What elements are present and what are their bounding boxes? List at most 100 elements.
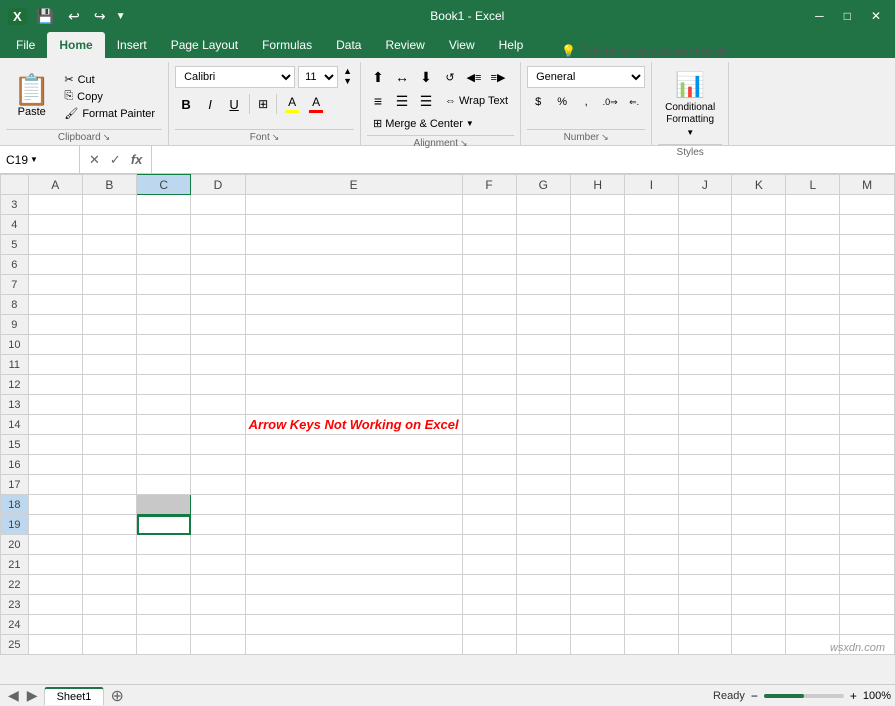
- table-cell[interactable]: [786, 475, 840, 495]
- table-cell[interactable]: [840, 435, 895, 455]
- table-cell[interactable]: [191, 295, 245, 315]
- align-left-button[interactable]: ≡: [367, 90, 389, 112]
- table-cell[interactable]: [786, 435, 840, 455]
- table-cell[interactable]: [245, 595, 462, 615]
- table-cell[interactable]: [625, 575, 678, 595]
- table-cell[interactable]: [28, 215, 82, 235]
- table-cell[interactable]: [462, 335, 516, 355]
- table-cell[interactable]: [678, 595, 732, 615]
- table-cell[interactable]: [571, 295, 625, 315]
- row-header-20[interactable]: 20: [1, 535, 29, 555]
- table-cell[interactable]: [191, 575, 245, 595]
- table-cell[interactable]: [462, 595, 516, 615]
- table-cell[interactable]: [786, 375, 840, 395]
- tab-file[interactable]: File: [4, 32, 47, 58]
- table-cell[interactable]: [786, 555, 840, 575]
- table-cell[interactable]: [840, 195, 895, 215]
- clipboard-expand-icon[interactable]: ↘: [103, 132, 111, 143]
- minimize-button[interactable]: ─: [809, 9, 830, 23]
- col-header-E[interactable]: E: [245, 175, 462, 195]
- percent-button[interactable]: %: [551, 91, 573, 113]
- table-cell[interactable]: [137, 615, 191, 635]
- table-cell[interactable]: [840, 495, 895, 515]
- table-cell[interactable]: [625, 315, 678, 335]
- decimal-increase-button[interactable]: .0⇒: [599, 91, 621, 113]
- underline-button[interactable]: U: [223, 93, 245, 115]
- table-cell[interactable]: [137, 195, 191, 215]
- table-cell[interactable]: [82, 375, 136, 395]
- table-cell[interactable]: [786, 535, 840, 555]
- paste-button[interactable]: 📋 Paste: [6, 66, 57, 127]
- table-cell[interactable]: [28, 635, 82, 655]
- table-cell[interactable]: [625, 335, 678, 355]
- table-cell[interactable]: [786, 615, 840, 635]
- table-cell[interactable]: [245, 515, 462, 535]
- table-cell[interactable]: [732, 335, 786, 355]
- table-cell[interactable]: [732, 475, 786, 495]
- table-cell[interactable]: [28, 495, 82, 515]
- table-cell[interactable]: [625, 215, 678, 235]
- sheet-tab-sheet1[interactable]: Sheet1: [44, 687, 105, 705]
- table-cell[interactable]: [245, 535, 462, 555]
- table-cell[interactable]: [82, 455, 136, 475]
- table-cell[interactable]: [786, 315, 840, 335]
- table-cell[interactable]: [678, 295, 732, 315]
- table-cell[interactable]: [625, 255, 678, 275]
- table-cell[interactable]: [245, 435, 462, 455]
- alignment-expand-icon[interactable]: ↘: [460, 138, 468, 149]
- table-cell[interactable]: [786, 495, 840, 515]
- table-cell[interactable]: [28, 375, 82, 395]
- table-cell[interactable]: [786, 215, 840, 235]
- table-cell[interactable]: [571, 315, 625, 335]
- table-cell[interactable]: [840, 235, 895, 255]
- table-cell[interactable]: [571, 535, 625, 555]
- table-cell[interactable]: [625, 295, 678, 315]
- table-cell[interactable]: [571, 255, 625, 275]
- table-cell[interactable]: [28, 335, 82, 355]
- table-cell[interactable]: [571, 235, 625, 255]
- table-cell[interactable]: [137, 375, 191, 395]
- table-cell[interactable]: [625, 615, 678, 635]
- table-cell[interactable]: [137, 275, 191, 295]
- table-cell[interactable]: [678, 275, 732, 295]
- currency-button[interactable]: $: [527, 91, 549, 113]
- table-cell[interactable]: [732, 415, 786, 435]
- table-cell[interactable]: [82, 195, 136, 215]
- table-cell[interactable]: [625, 275, 678, 295]
- table-cell[interactable]: [245, 395, 462, 415]
- cancel-formula-button[interactable]: ✕: [86, 151, 103, 169]
- table-cell[interactable]: [28, 255, 82, 275]
- table-cell[interactable]: [678, 395, 732, 415]
- table-cell[interactable]: [191, 535, 245, 555]
- table-cell[interactable]: [191, 475, 245, 495]
- table-cell[interactable]: [462, 295, 516, 315]
- row-header-12[interactable]: 12: [1, 375, 29, 395]
- table-cell[interactable]: [625, 515, 678, 535]
- formula-input[interactable]: [152, 146, 895, 173]
- table-cell[interactable]: [678, 335, 732, 355]
- table-cell[interactable]: [786, 355, 840, 375]
- table-cell[interactable]: [840, 215, 895, 235]
- table-cell[interactable]: [516, 335, 570, 355]
- col-header-I[interactable]: I: [625, 175, 678, 195]
- zoom-slider[interactable]: [764, 694, 844, 698]
- table-cell[interactable]: [678, 435, 732, 455]
- table-cell[interactable]: [137, 215, 191, 235]
- table-cell[interactable]: [516, 555, 570, 575]
- table-cell[interactable]: [732, 555, 786, 575]
- table-cell[interactable]: [462, 455, 516, 475]
- table-cell[interactable]: [462, 555, 516, 575]
- tab-home[interactable]: Home: [47, 32, 104, 58]
- cell-ref-dropdown[interactable]: ▼: [30, 155, 38, 164]
- table-cell[interactable]: [571, 355, 625, 375]
- table-cell[interactable]: [678, 555, 732, 575]
- table-cell[interactable]: [516, 395, 570, 415]
- col-header-M[interactable]: M: [840, 175, 895, 195]
- table-cell[interactable]: [571, 495, 625, 515]
- tab-page-layout[interactable]: Page Layout: [159, 32, 250, 58]
- table-cell[interactable]: [28, 555, 82, 575]
- table-cell[interactable]: [245, 235, 462, 255]
- col-header-B[interactable]: B: [82, 175, 136, 195]
- table-cell[interactable]: [191, 235, 245, 255]
- table-cell[interactable]: [82, 295, 136, 315]
